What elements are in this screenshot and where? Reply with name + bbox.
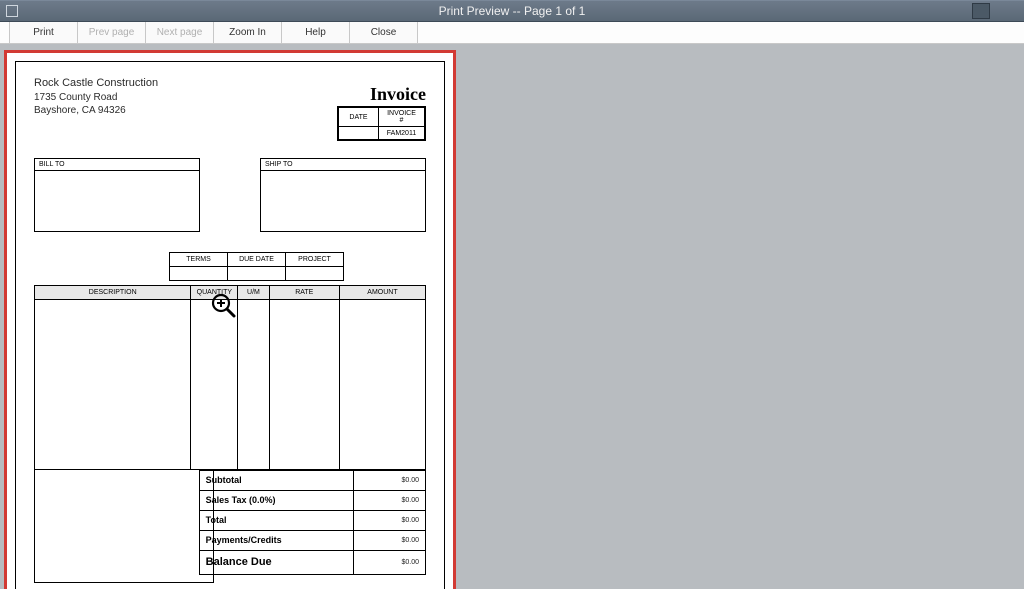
- subtotal-label: Subtotal: [199, 470, 353, 490]
- col-amount: AMOUNT: [339, 285, 425, 299]
- project-label: PROJECT: [286, 252, 344, 266]
- items-table: DESCRIPTION QUANTITY U/M RATE AMOUNT: [34, 285, 426, 470]
- preview-workspace[interactable]: Rock Castle Construction 1735 County Roa…: [0, 44, 1024, 589]
- salestax-value: $0.00: [353, 490, 425, 510]
- cell-um: [238, 299, 269, 469]
- cell-quantity: [191, 299, 238, 469]
- ship-to-box: SHIP TO: [260, 158, 426, 232]
- bill-to-label: BILL TO: [35, 159, 199, 171]
- bill-to-box: BILL TO: [34, 158, 200, 232]
- col-um: U/M: [238, 285, 269, 299]
- page-selection-frame: Rock Castle Construction 1735 County Roa…: [4, 50, 456, 589]
- window-maximize-button[interactable]: [972, 3, 990, 19]
- total-label: Total: [199, 510, 353, 530]
- project-value: [286, 266, 344, 280]
- window-titlebar: Print Preview -- Page 1 of 1: [0, 0, 1024, 22]
- invoice-title: Invoice: [370, 84, 426, 105]
- window-title: Print Preview -- Page 1 of 1: [439, 4, 586, 18]
- invoice-header-box: DATE INVOICE # FAM2011: [337, 106, 426, 141]
- window-icon: [6, 5, 18, 17]
- terms-value: [170, 266, 228, 280]
- close-button[interactable]: Close: [350, 22, 418, 43]
- print-button[interactable]: Print: [10, 22, 78, 43]
- terms-label: TERMS: [170, 252, 228, 266]
- balance-label: Balance Due: [199, 550, 353, 574]
- cell-description: [35, 299, 191, 469]
- date-value: [339, 127, 379, 140]
- help-button[interactable]: Help: [282, 22, 350, 43]
- invoice-page[interactable]: Rock Castle Construction 1735 County Roa…: [15, 61, 445, 589]
- footer-left-box: [34, 469, 214, 583]
- balance-value: $0.00: [353, 550, 425, 574]
- payments-value: $0.00: [353, 530, 425, 550]
- date-label: DATE: [339, 108, 379, 127]
- due-date-value: [228, 266, 286, 280]
- prev-page-button: Prev page: [78, 22, 146, 43]
- toolbar: Print Prev page Next page Zoom In Help C…: [0, 22, 1024, 44]
- invoice-num-label: INVOICE #: [379, 108, 425, 127]
- salestax-label: Sales Tax (0.0%): [199, 490, 353, 510]
- payments-label: Payments/Credits: [199, 530, 353, 550]
- company-addr1: 1735 County Road: [34, 91, 426, 105]
- total-value: $0.00: [353, 510, 425, 530]
- cell-amount: [339, 299, 425, 469]
- ship-to-label: SHIP TO: [261, 159, 425, 171]
- col-rate: RATE: [269, 285, 339, 299]
- col-description: DESCRIPTION: [35, 285, 191, 299]
- cell-rate: [269, 299, 339, 469]
- company-name: Rock Castle Construction: [34, 76, 426, 91]
- totals-table: Subtotal $0.00 Sales Tax (0.0%) $0.00 To…: [199, 470, 426, 575]
- subtotal-value: $0.00: [353, 470, 425, 490]
- next-page-button: Next page: [146, 22, 214, 43]
- invoice-num-value: FAM2011: [379, 127, 425, 140]
- due-date-label: DUE DATE: [228, 252, 286, 266]
- meta-table: TERMS DUE DATE PROJECT: [169, 252, 344, 281]
- toolbar-spacer: [0, 22, 10, 43]
- zoom-in-button[interactable]: Zoom In: [214, 22, 282, 43]
- col-quantity: QUANTITY: [191, 285, 238, 299]
